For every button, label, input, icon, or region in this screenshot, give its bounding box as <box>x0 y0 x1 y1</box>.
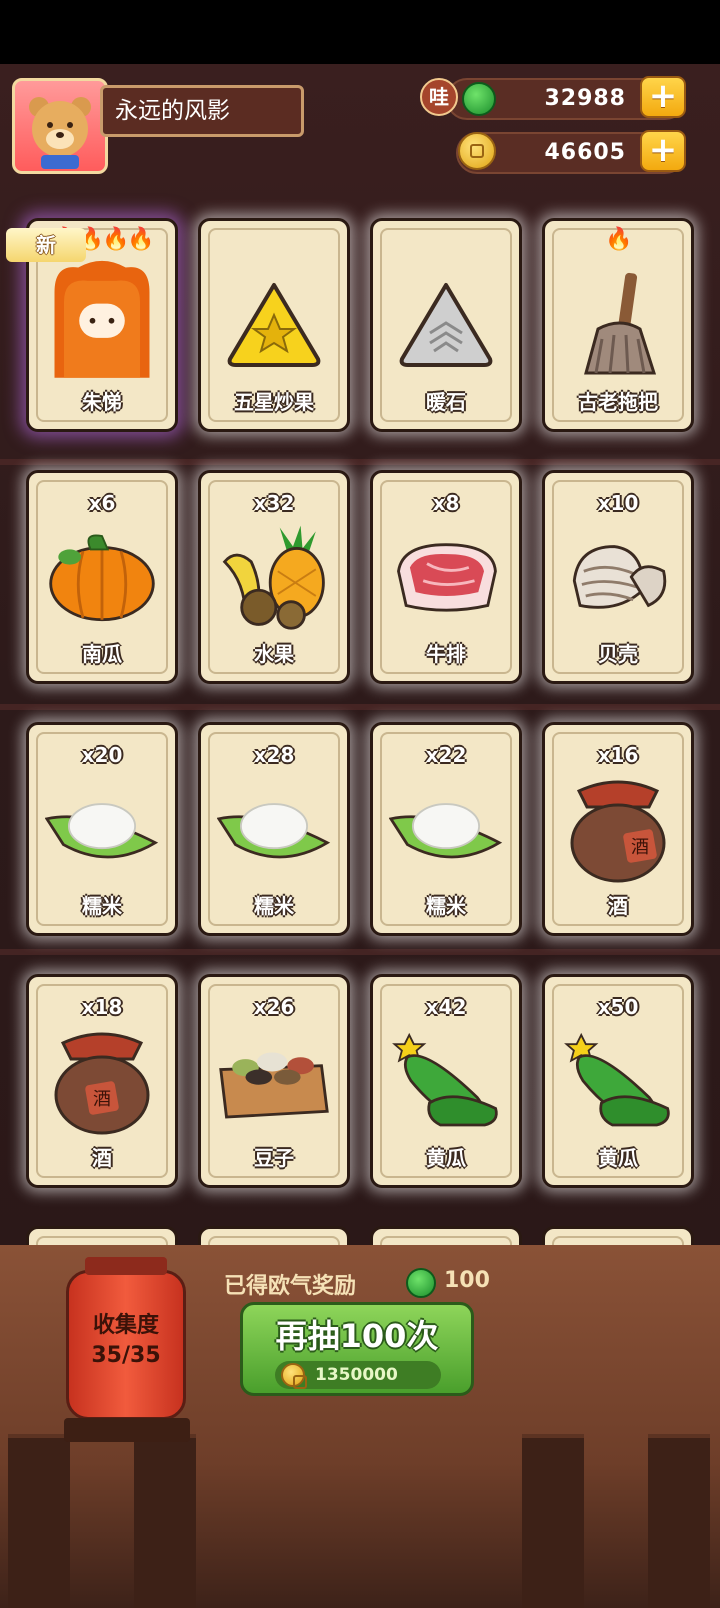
steak-icon <box>389 521 503 631</box>
card-label: 酒 <box>608 894 628 918</box>
lantern-cap <box>85 1257 167 1275</box>
fence-post <box>648 1434 710 1608</box>
collection-card[interactable]: x10 贝壳 <box>542 470 694 684</box>
sticky-rice-icon <box>217 773 331 883</box>
jade-coin-icon <box>462 82 496 116</box>
card-count: x28 <box>253 743 295 767</box>
card-count: x26 <box>253 995 295 1019</box>
shell-icon <box>561 521 675 631</box>
svg-text:酒: 酒 <box>93 1089 111 1110</box>
new-badge: 新 <box>6 228 86 262</box>
collection-card[interactable]: 暖石 <box>370 218 522 432</box>
lantern-stand <box>64 1418 190 1442</box>
card-count: x42 <box>425 995 467 1019</box>
jade-coin-icon <box>406 1268 436 1298</box>
fence-post <box>134 1434 196 1608</box>
card-count: x10 <box>597 491 639 515</box>
cucumber-icon <box>389 1025 503 1135</box>
wall-decoration <box>0 459 720 465</box>
wine-jar-icon: 酒 <box>561 773 675 883</box>
jade-amount: 32988 <box>544 86 626 111</box>
card-count: x8 <box>432 491 460 515</box>
collection-card[interactable]: x20 糯米 <box>26 722 178 936</box>
fence-post <box>8 1434 70 1608</box>
card-label: 黄瓜 <box>426 1146 466 1170</box>
card-label: 黄瓜 <box>598 1146 638 1170</box>
card-label: 暖石 <box>426 390 466 414</box>
player-avatar[interactable] <box>12 78 108 174</box>
collection-card[interactable]: x16 酒 酒 <box>542 722 694 936</box>
card-label: 五星炒果 <box>234 390 314 414</box>
fence-post <box>522 1434 584 1608</box>
draw-again-button[interactable]: 再抽100次 1350000 <box>240 1302 474 1396</box>
collection-progress: 35/35 <box>91 1343 161 1368</box>
gold-coin-icon <box>458 132 496 170</box>
gold-coin-icon <box>281 1363 307 1389</box>
reward-label: 已得欧气奖励 <box>224 1274 357 1299</box>
card-count: x32 <box>253 491 295 515</box>
card-label: 酒 <box>92 1146 112 1170</box>
card-label: 糯米 <box>426 894 466 918</box>
flame-rating: 🔥 <box>605 227 632 252</box>
collection-card[interactable]: x18 酒 酒 <box>26 974 178 1188</box>
collection-card[interactable]: 🔥 古老拖把 <box>542 218 694 432</box>
draw-button-label: 再抽100次 <box>275 1317 439 1355</box>
wall-decoration <box>0 704 720 710</box>
card-label: 南瓜 <box>82 642 122 666</box>
collection-card[interactable]: x42 黄瓜 <box>370 974 522 1188</box>
status-bar <box>0 0 720 64</box>
collection-card[interactable]: x26 豆子 <box>198 974 350 1188</box>
card-label: 牛排 <box>426 642 466 666</box>
card-count: x16 <box>597 743 639 767</box>
sticky-rice-icon <box>389 773 503 883</box>
card-count: x50 <box>597 995 639 1019</box>
card-label: 糯米 <box>254 894 294 918</box>
draw-cost: 1350000 <box>275 1361 441 1389</box>
collection-label: 收集度 <box>92 1313 159 1338</box>
card-count: x22 <box>425 743 467 767</box>
mop-icon <box>561 269 675 379</box>
sticky-rice-icon <box>45 773 159 883</box>
card-count: x6 <box>88 491 116 515</box>
star-fruit-icon <box>217 269 331 379</box>
pumpkin-icon <box>45 521 159 631</box>
reward-value: 100 <box>444 1268 490 1293</box>
wine-jar-icon: 酒 <box>45 1025 159 1135</box>
add-gold-button[interactable]: + <box>640 130 686 172</box>
add-jade-button[interactable]: + <box>640 76 686 118</box>
collection-lantern: 收集度 35/35 <box>66 1257 186 1420</box>
card-count: x18 <box>81 995 123 1019</box>
collection-card[interactable]: x6 南瓜 <box>26 470 178 684</box>
collection-card[interactable]: x8 牛排 <box>370 470 522 684</box>
player-name: 永远的风影 <box>100 85 304 137</box>
card-label: 朱悌 <box>82 390 122 414</box>
fruit-icon <box>217 521 331 631</box>
bear-avatar-icon <box>29 97 91 169</box>
card-label: 水果 <box>254 642 294 666</box>
collection-card[interactable]: x28 糯米 <box>198 722 350 936</box>
collection-card[interactable]: x50 黄瓜 <box>542 974 694 1188</box>
draw-cost-value: 1350000 <box>315 1365 398 1385</box>
collection-label-block: 收集度 35/35 <box>69 1311 183 1371</box>
warm-stone-icon <box>389 269 503 379</box>
gold-amount: 46605 <box>544 140 626 165</box>
collection-card[interactable]: x32 水果 <box>198 470 350 684</box>
svg-text:酒: 酒 <box>631 837 649 858</box>
card-label: 糯米 <box>82 894 122 918</box>
wa-badge: 哇 <box>420 78 458 116</box>
beans-box-icon <box>217 1025 331 1135</box>
collection-card[interactable]: 五星炒果 <box>198 218 350 432</box>
card-label: 古老拖把 <box>578 390 658 414</box>
wall-decoration <box>0 949 720 955</box>
collection-card[interactable]: x22 糯米 <box>370 722 522 936</box>
card-label: 豆子 <box>254 1146 294 1170</box>
orange-creature-icon <box>45 251 159 381</box>
card-count: x20 <box>81 743 123 767</box>
card-label: 贝壳 <box>598 642 638 666</box>
cucumber-icon <box>561 1025 675 1135</box>
